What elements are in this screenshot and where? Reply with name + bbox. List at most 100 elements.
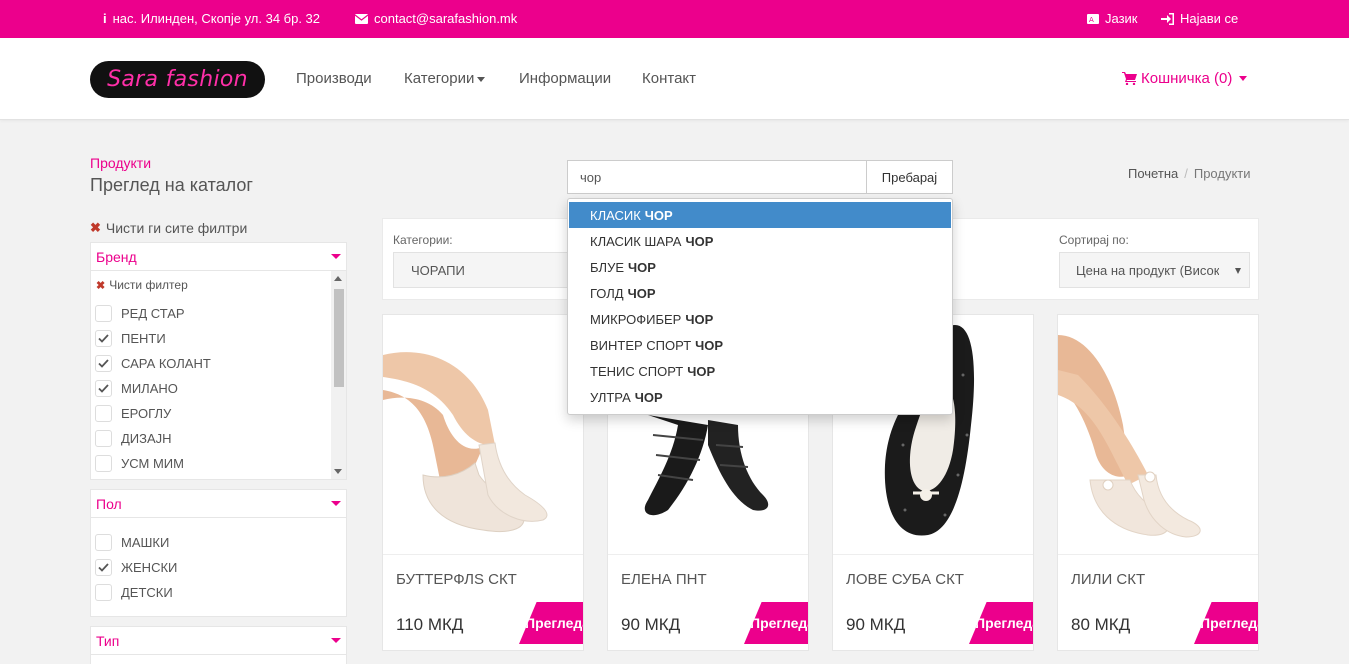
checkbox[interactable] — [95, 534, 112, 551]
product-name: ЕЛЕНА ПНТ — [621, 571, 707, 588]
product-name: БУТТЕРФЛЅ СКТ — [396, 571, 517, 588]
page-title: Преглед на каталог — [90, 175, 253, 195]
filter-option[interactable]: ДИЗАЈН — [95, 430, 172, 447]
filter-option-label: САРА КОЛАНТ — [121, 356, 211, 371]
email-link[interactable]: contact@sarafashion.mk — [355, 11, 517, 26]
nav-products[interactable]: Производи — [296, 70, 372, 87]
cart-label: Кошничка (0) — [1141, 70, 1233, 87]
cart-button[interactable]: Кошничка (0) — [1122, 70, 1248, 87]
scroll-down-icon[interactable] — [334, 469, 342, 474]
search-input[interactable] — [568, 161, 867, 193]
autocomplete-item[interactable]: ТЕНИС СПОРТ ЧОР — [569, 358, 951, 384]
product-price: 90 МКД — [846, 615, 906, 634]
clear-all-filters[interactable]: ✖ Чисти ги сите филтри — [90, 220, 247, 236]
caret-down-icon — [331, 501, 341, 506]
view-button[interactable]: Прегледај — [744, 602, 808, 644]
autocomplete-item[interactable]: КЛАСИК ЧОР — [569, 202, 951, 228]
nav-contact[interactable]: Контакт — [642, 70, 696, 87]
checkbox[interactable] — [95, 330, 112, 347]
brand-filter: Бренд ✖ Чисти филтер РЕД СТАР ПЕНТИ САРА КО… — [90, 242, 347, 480]
autocomplete-item[interactable]: КЛАСИК ШАРА ЧОР — [569, 228, 951, 254]
logo[interactable]: Sara fashion — [90, 61, 265, 98]
category-label: Категории: — [393, 233, 453, 247]
checkbox[interactable] — [95, 559, 112, 576]
checkmark-icon — [98, 384, 109, 393]
checkmark-icon — [98, 334, 109, 343]
search-bar: Пребарај — [567, 160, 953, 194]
breadcrumb-home[interactable]: Почетна — [1128, 166, 1178, 181]
product-price: 90 МКД — [621, 615, 681, 634]
sort-select[interactable]: Цена на продукт (Висока кон ниска) — [1059, 252, 1250, 288]
language-button[interactable]: A Јазик — [1087, 11, 1138, 26]
caret-down-icon — [1239, 76, 1248, 81]
search-button[interactable]: Пребарај — [867, 161, 952, 193]
checkbox[interactable] — [95, 305, 112, 322]
checkmark-icon — [98, 563, 109, 572]
filter-option[interactable]: ДЕТСКИ — [95, 584, 173, 601]
filter-option-label: ЖЕНСКИ — [121, 560, 178, 575]
nav-categories[interactable]: Категории — [404, 70, 486, 87]
nav-information[interactable]: Информации — [519, 70, 611, 87]
filter-option[interactable]: ПЕНТИ — [95, 330, 166, 347]
brand-filter-header[interactable]: Бренд — [91, 243, 346, 271]
gender-filter-header[interactable]: Пол — [91, 490, 346, 518]
checkbox[interactable] — [95, 430, 112, 447]
product-card[interactable]: БУТТЕРФЛЅ СКТ 110 МКД Прегледај — [382, 314, 584, 651]
filter-option[interactable]: МИЛАНО — [95, 380, 178, 397]
autocomplete-item[interactable]: УЛТРА ЧОР — [569, 384, 951, 410]
autocomplete-item[interactable]: БЛУЕ ЧОР — [569, 254, 951, 280]
breadcrumb-current: Продукти — [1193, 166, 1251, 181]
sort-label: Сортирај по: — [1059, 233, 1129, 247]
close-icon: ✖ — [96, 279, 106, 292]
product-card[interactable]: ЛИЛИ СКТ 80 МКД Прегледај — [1057, 314, 1259, 651]
product-price: 80 МКД — [1071, 615, 1131, 634]
cart-icon — [1122, 72, 1137, 85]
autocomplete-item[interactable]: ГОЛД ЧОР — [569, 280, 951, 306]
address-text: нас. Илинден, Скопје ул. 34 бр. 32 — [112, 11, 321, 26]
address-info: i нас. Илинден, Скопје ул. 34 бр. 32 — [103, 11, 320, 26]
clear-filter-link[interactable]: ✖ Чисти филтер — [96, 278, 188, 292]
checkbox[interactable] — [95, 355, 112, 372]
main-header: Sara fashion Производи Категории Информа… — [0, 38, 1349, 120]
checkmark-icon — [98, 359, 109, 368]
view-button[interactable]: Прегледај — [1194, 602, 1258, 644]
product-image[interactable] — [383, 315, 583, 555]
category-select[interactable]: ЧОРАПИ — [393, 252, 573, 288]
checkbox[interactable] — [95, 455, 112, 472]
product-name: ЛИЛИ СКТ — [1071, 571, 1146, 588]
view-button[interactable]: Прегледај — [969, 602, 1033, 644]
checkbox[interactable] — [95, 380, 112, 397]
brand-scrollbar[interactable] — [331, 271, 346, 479]
login-button[interactable]: Најави се — [1161, 11, 1238, 26]
filter-option[interactable]: САРА КОЛАНТ — [95, 355, 211, 372]
autocomplete-item[interactable]: МИКРОФИБЕР ЧОР — [569, 306, 951, 332]
checkbox[interactable] — [95, 584, 112, 601]
language-label: Јазик — [1105, 11, 1138, 26]
filter-option[interactable]: ЕРОГЛУ — [95, 405, 171, 422]
filter-option[interactable]: УСМ МИМ — [95, 455, 184, 472]
filter-option-label: ДИЗАЈН — [121, 431, 172, 446]
checkbox[interactable] — [95, 405, 112, 422]
filter-option[interactable]: ЖЕНСКИ — [95, 559, 177, 576]
sign-in-icon — [1161, 12, 1174, 25]
autocomplete-item[interactable]: ВИНТЕР СПОРТ ЧОР — [569, 332, 951, 358]
envelope-icon — [355, 13, 368, 24]
close-icon: ✖ — [90, 220, 101, 235]
filter-option[interactable]: МАШКИ — [95, 534, 169, 551]
autocomplete-dropdown: КЛАСИК ЧОР КЛАСИК ШАРА ЧОР БЛУЕ ЧОР ГОЛД ЧОР МИК… — [567, 198, 953, 415]
language-icon: A — [1087, 13, 1099, 24]
login-label: Најави се — [1180, 11, 1239, 26]
page-subtitle: Продукти — [90, 155, 152, 171]
view-button[interactable]: Прегледај — [519, 602, 583, 644]
filter-option[interactable]: РЕД СТАР — [95, 305, 185, 322]
caret-down-icon — [331, 254, 341, 259]
email-text: contact@sarafashion.mk — [374, 11, 518, 26]
product-image[interactable] — [1058, 315, 1258, 555]
type-filter: Тип — [90, 626, 347, 664]
product-price: 110 МКД — [396, 615, 464, 634]
filter-option-label: МИЛАНО — [121, 381, 178, 396]
gender-filter: Пол МАШКИ ЖЕНСКИ ДЕТСКИ — [90, 489, 347, 617]
scroll-up-icon[interactable] — [334, 276, 342, 281]
type-filter-header[interactable]: Тип — [91, 627, 346, 655]
caret-down-icon — [477, 76, 486, 82]
